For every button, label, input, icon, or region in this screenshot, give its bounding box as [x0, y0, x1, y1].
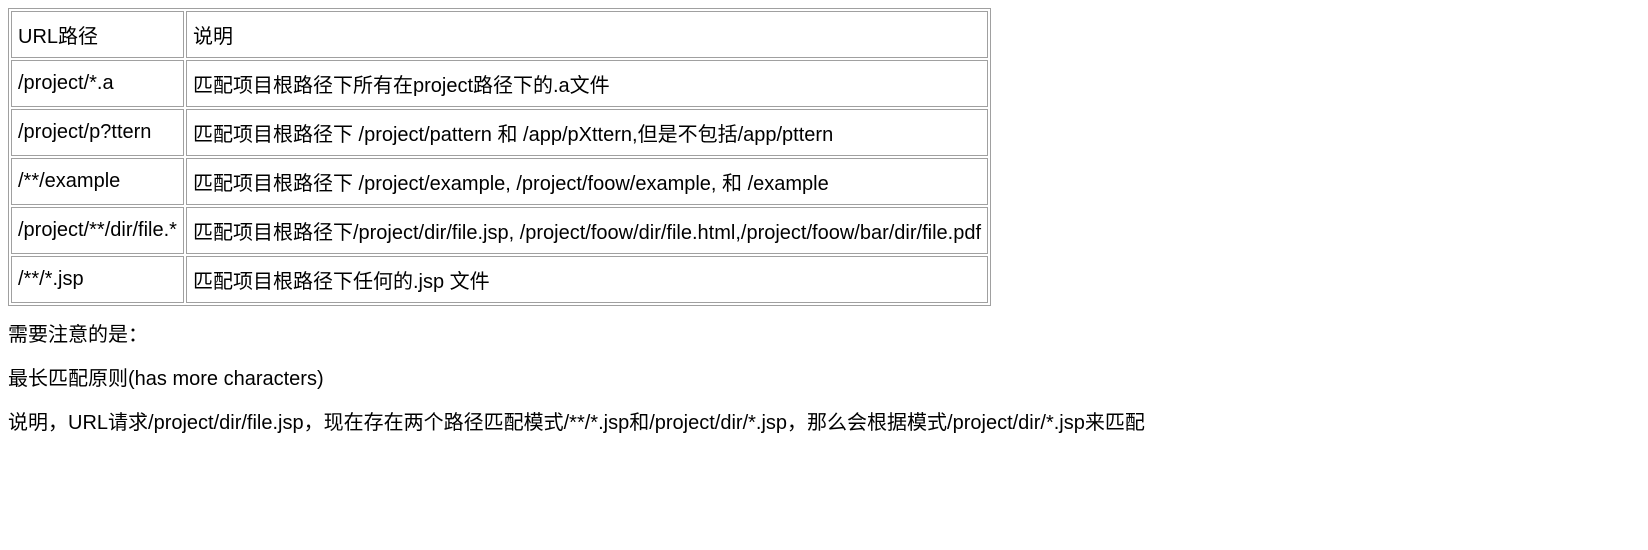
url-pattern-table: URL路径 说明 /project/*.a 匹配项目根路径下所有在project…	[8, 8, 991, 306]
cell-path: /project/**/dir/file.*	[11, 207, 184, 254]
note-paragraph: 说明，URL请求/project/dir/file.jsp，现在存在两个路径匹配…	[8, 408, 1640, 438]
cell-path: /project/*.a	[11, 60, 184, 107]
header-col-desc: 说明	[186, 11, 988, 58]
cell-desc: 匹配项目根路径下 /project/example, /project/foow…	[186, 158, 988, 205]
cell-path: /**/example	[11, 158, 184, 205]
cell-desc: 匹配项目根路径下/project/dir/file.jsp, /project/…	[186, 207, 988, 254]
header-col-path: URL路径	[11, 11, 184, 58]
table-row: /**/*.jsp 匹配项目根路径下任何的.jsp 文件	[11, 256, 988, 303]
table-row: /project/*.a 匹配项目根路径下所有在project路径下的.a文件	[11, 60, 988, 107]
table-row: /project/p?ttern 匹配项目根路径下 /project/patte…	[11, 109, 988, 156]
note-paragraph: 最长匹配原则(has more characters)	[8, 364, 1640, 394]
table-row: /**/example 匹配项目根路径下 /project/example, /…	[11, 158, 988, 205]
cell-desc: 匹配项目根路径下任何的.jsp 文件	[186, 256, 988, 303]
table-row: /project/**/dir/file.* 匹配项目根路径下/project/…	[11, 207, 988, 254]
cell-desc: 匹配项目根路径下 /project/pattern 和 /app/pXttern…	[186, 109, 988, 156]
cell-path: /**/*.jsp	[11, 256, 184, 303]
table-header-row: URL路径 说明	[11, 11, 988, 58]
cell-path: /project/p?ttern	[11, 109, 184, 156]
cell-desc: 匹配项目根路径下所有在project路径下的.a文件	[186, 60, 988, 107]
notes-section: 需要注意的是： 最长匹配原则(has more characters) 说明，U…	[8, 320, 1640, 438]
note-paragraph: 需要注意的是：	[8, 320, 1640, 350]
